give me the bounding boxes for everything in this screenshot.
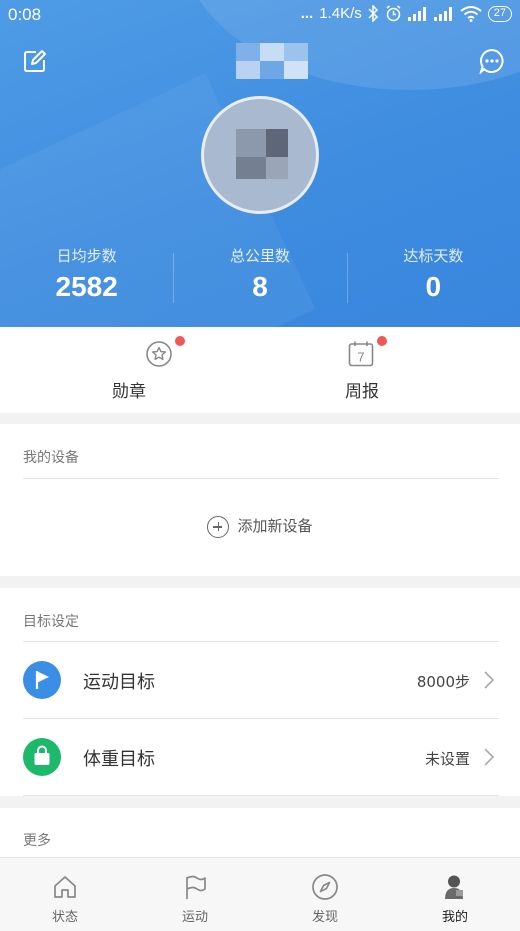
weight-goal-row[interactable]: 体重目标 未设置 xyxy=(0,719,520,795)
tab-status[interactable]: 状态 xyxy=(0,858,130,931)
stat-goal-days: 达标天数 0 xyxy=(346,245,520,315)
edit-profile-button[interactable] xyxy=(23,49,49,75)
star-badge-icon xyxy=(146,341,172,367)
chevron-right-icon xyxy=(484,748,495,766)
status-indicators: ... 1.4K/s 27 xyxy=(301,5,512,22)
goal-value: 8000步 xyxy=(416,673,470,691)
goals-section: 目标设定 运动目标 8000步 体重目标 未设置 xyxy=(0,588,520,796)
tab-label: 我的 xyxy=(441,910,468,925)
network-speed: 1.4K/s xyxy=(319,5,362,22)
calendar-icon: 7 xyxy=(348,341,374,367)
stat-label: 日均步数 xyxy=(56,247,117,265)
stat-value: 8 xyxy=(252,271,268,302)
status-bar: 0:08 ... 1.4K/s 27 xyxy=(0,0,520,32)
tab-discover[interactable]: 发现 xyxy=(260,858,390,931)
stat-value: 2582 xyxy=(55,271,118,302)
flag-icon xyxy=(23,661,61,699)
bag-icon xyxy=(23,738,61,776)
more-section: 更多 xyxy=(0,808,520,857)
wifi-icon xyxy=(460,5,482,22)
tab-mine[interactable]: 我的 xyxy=(390,858,520,931)
weekly-report-button[interactable]: 7 周报 xyxy=(260,327,520,413)
bottom-tab-bar: 状态 运动 发现 我的 xyxy=(0,857,520,931)
stat-avg-steps: 日均步数 2582 xyxy=(0,245,173,315)
more-title: 更多 xyxy=(23,833,51,849)
goal-label: 体重目标 xyxy=(83,749,155,770)
add-device-button[interactable]: 添加新设备 xyxy=(0,515,520,538)
stat-value: 0 xyxy=(425,271,442,302)
bluetooth-icon xyxy=(368,5,378,22)
stats-row: 日均步数 2582 总公里数 8 达标天数 0 xyxy=(0,245,520,315)
medals-label: 勋章 xyxy=(112,382,146,402)
avatar[interactable] xyxy=(201,96,319,214)
compass-icon xyxy=(312,874,338,900)
badge-row: 勋章 7 周报 xyxy=(0,327,520,413)
goal-value: 未设置 xyxy=(424,750,470,768)
battery-indicator: 27 xyxy=(487,5,512,22)
stat-total-km: 总公里数 8 xyxy=(173,245,346,315)
status-dots: ... xyxy=(300,5,314,22)
weekly-report-label: 周报 xyxy=(345,382,379,402)
tab-label: 发现 xyxy=(311,910,338,925)
stat-label: 总公里数 xyxy=(229,247,290,265)
edit-icon xyxy=(24,50,46,72)
profile-icon xyxy=(445,875,463,899)
chevron-right-icon xyxy=(484,671,495,689)
notification-dot xyxy=(175,336,185,346)
message-icon xyxy=(479,48,504,76)
notification-dot xyxy=(377,336,387,346)
add-device-label: 添加新设备 xyxy=(237,517,313,535)
divider xyxy=(23,478,499,479)
profile-header: 0:08 ... 1.4K/s 27 日均步数 2582 总公里数 8 达标天数… xyxy=(0,0,520,327)
tab-label: 状态 xyxy=(51,910,78,925)
tab-exercise[interactable]: 运动 xyxy=(130,858,260,931)
goals-title: 目标设定 xyxy=(23,614,79,630)
exercise-goal-row[interactable]: 运动目标 8000步 xyxy=(0,642,520,718)
status-time: 0:08 xyxy=(8,5,42,24)
username-blurred xyxy=(236,43,308,79)
plus-circle-icon xyxy=(207,515,230,538)
stat-label: 达标天数 xyxy=(403,247,464,265)
divider xyxy=(23,795,499,796)
signal-icon xyxy=(407,6,426,21)
home-icon xyxy=(54,876,76,898)
devices-title: 我的设备 xyxy=(23,450,79,466)
calendar-day: 7 xyxy=(357,350,364,365)
message-button[interactable] xyxy=(479,48,505,76)
flag-outline-icon xyxy=(186,875,206,899)
goal-label: 运动目标 xyxy=(83,672,155,693)
alarm-icon xyxy=(386,5,401,22)
tab-label: 运动 xyxy=(181,910,208,925)
signal-icon-2 xyxy=(433,6,452,21)
medals-button[interactable]: 勋章 xyxy=(0,327,260,413)
devices-section: 我的设备 添加新设备 xyxy=(0,424,520,576)
